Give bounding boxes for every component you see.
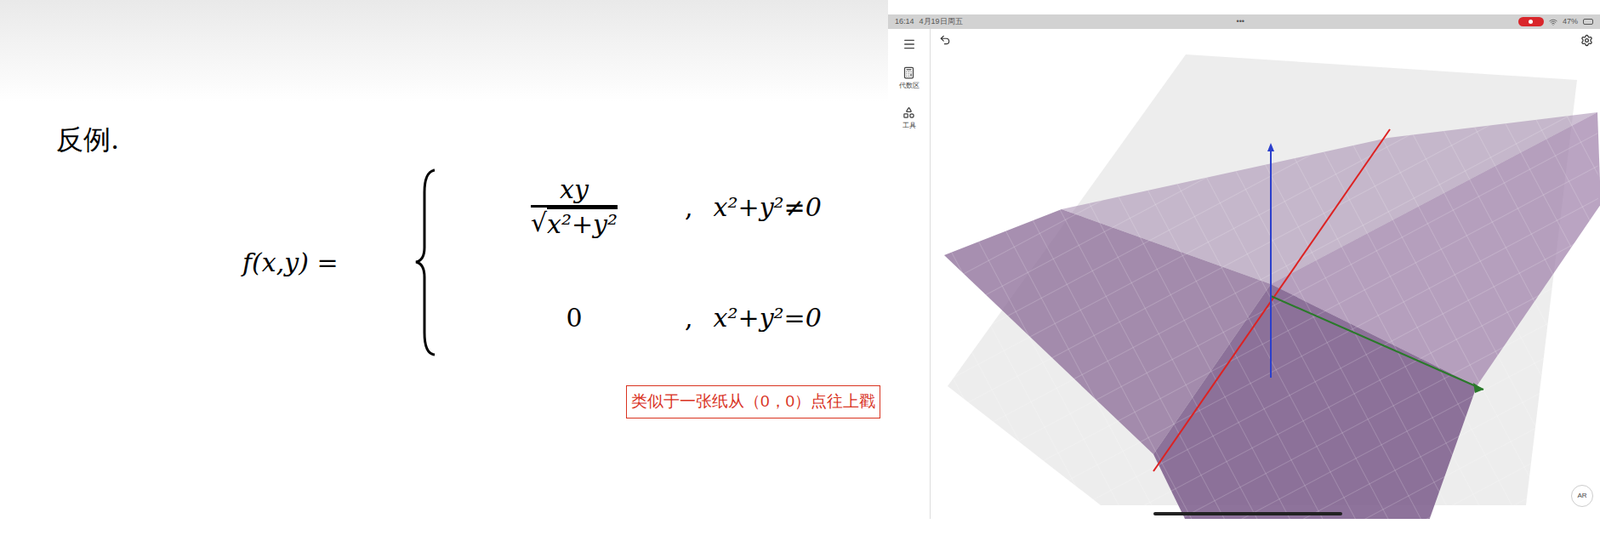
screen: 反例. f(x,y) = xy√x²+y², x²+y²≠0 0, x²+y²=0 类似于一… (0, 0, 1600, 558)
sidebar-item[interactable]: 代数区 (899, 66, 920, 92)
board-title: 反例. (56, 123, 889, 156)
cases: xy√x²+y², x²+y²≠0 0, x²+y²=0 (489, 164, 822, 360)
formula: f(x,y) = xy√x²+y², x²+y²≠0 0, x²+y²=0 (56, 164, 889, 360)
status-bar: 16:14 4月19日周五 ••• 47% (888, 14, 1600, 29)
whiteboard: 反例. f(x,y) = xy√x²+y², x²+y²≠0 0, x²+y²=0 类似于一… (0, 0, 889, 558)
condition: x²+y²≠0 (713, 187, 822, 227)
tablet-screen: 16:14 4月19日周五 ••• 47% 代数区工具 AR (888, 0, 1600, 558)
formula-lhs: f(x,y) = (242, 243, 413, 282)
surface-plot-icon[interactable] (930, 28, 1600, 519)
caption: 类似于一张纸从（0，0）点往上戳 (626, 385, 881, 419)
status-time: 16:14 (894, 16, 915, 29)
recording-indicator (1518, 17, 1544, 27)
separator: , (684, 298, 694, 337)
gear-icon[interactable] (1580, 34, 1594, 47)
fraction: xy√x²+y² (530, 174, 618, 240)
brace-icon (412, 166, 439, 359)
ar-button[interactable]: AR (1571, 484, 1594, 507)
graphics-view[interactable]: AR (930, 28, 1600, 519)
menu-icon[interactable] (902, 37, 917, 52)
geogebra-app: 代数区工具 AR (888, 28, 1600, 519)
sidebar-item[interactable]: 工具 (902, 106, 917, 131)
sidebar: 代数区工具 (888, 28, 931, 519)
tools-icon (902, 106, 916, 120)
home-indicator (1153, 512, 1343, 516)
case-row: 0, x²+y²=0 (489, 274, 822, 360)
status-dots: ••• (967, 16, 1514, 29)
case-row: xy√x²+y², x²+y²≠0 (489, 164, 822, 250)
status-date: 4月19日周五 (919, 16, 963, 29)
battery-icon (1582, 18, 1594, 25)
battery-level: 47% (1562, 16, 1578, 29)
wifi-icon (1548, 17, 1558, 27)
undo-icon[interactable] (939, 34, 951, 46)
denominator: √x²+y² (530, 207, 618, 240)
separator: , (684, 187, 694, 227)
condition: x²+y²=0 (713, 298, 822, 337)
numerator: xy (546, 174, 603, 205)
calculator-icon (902, 66, 916, 80)
case-value: 0 (565, 298, 582, 337)
